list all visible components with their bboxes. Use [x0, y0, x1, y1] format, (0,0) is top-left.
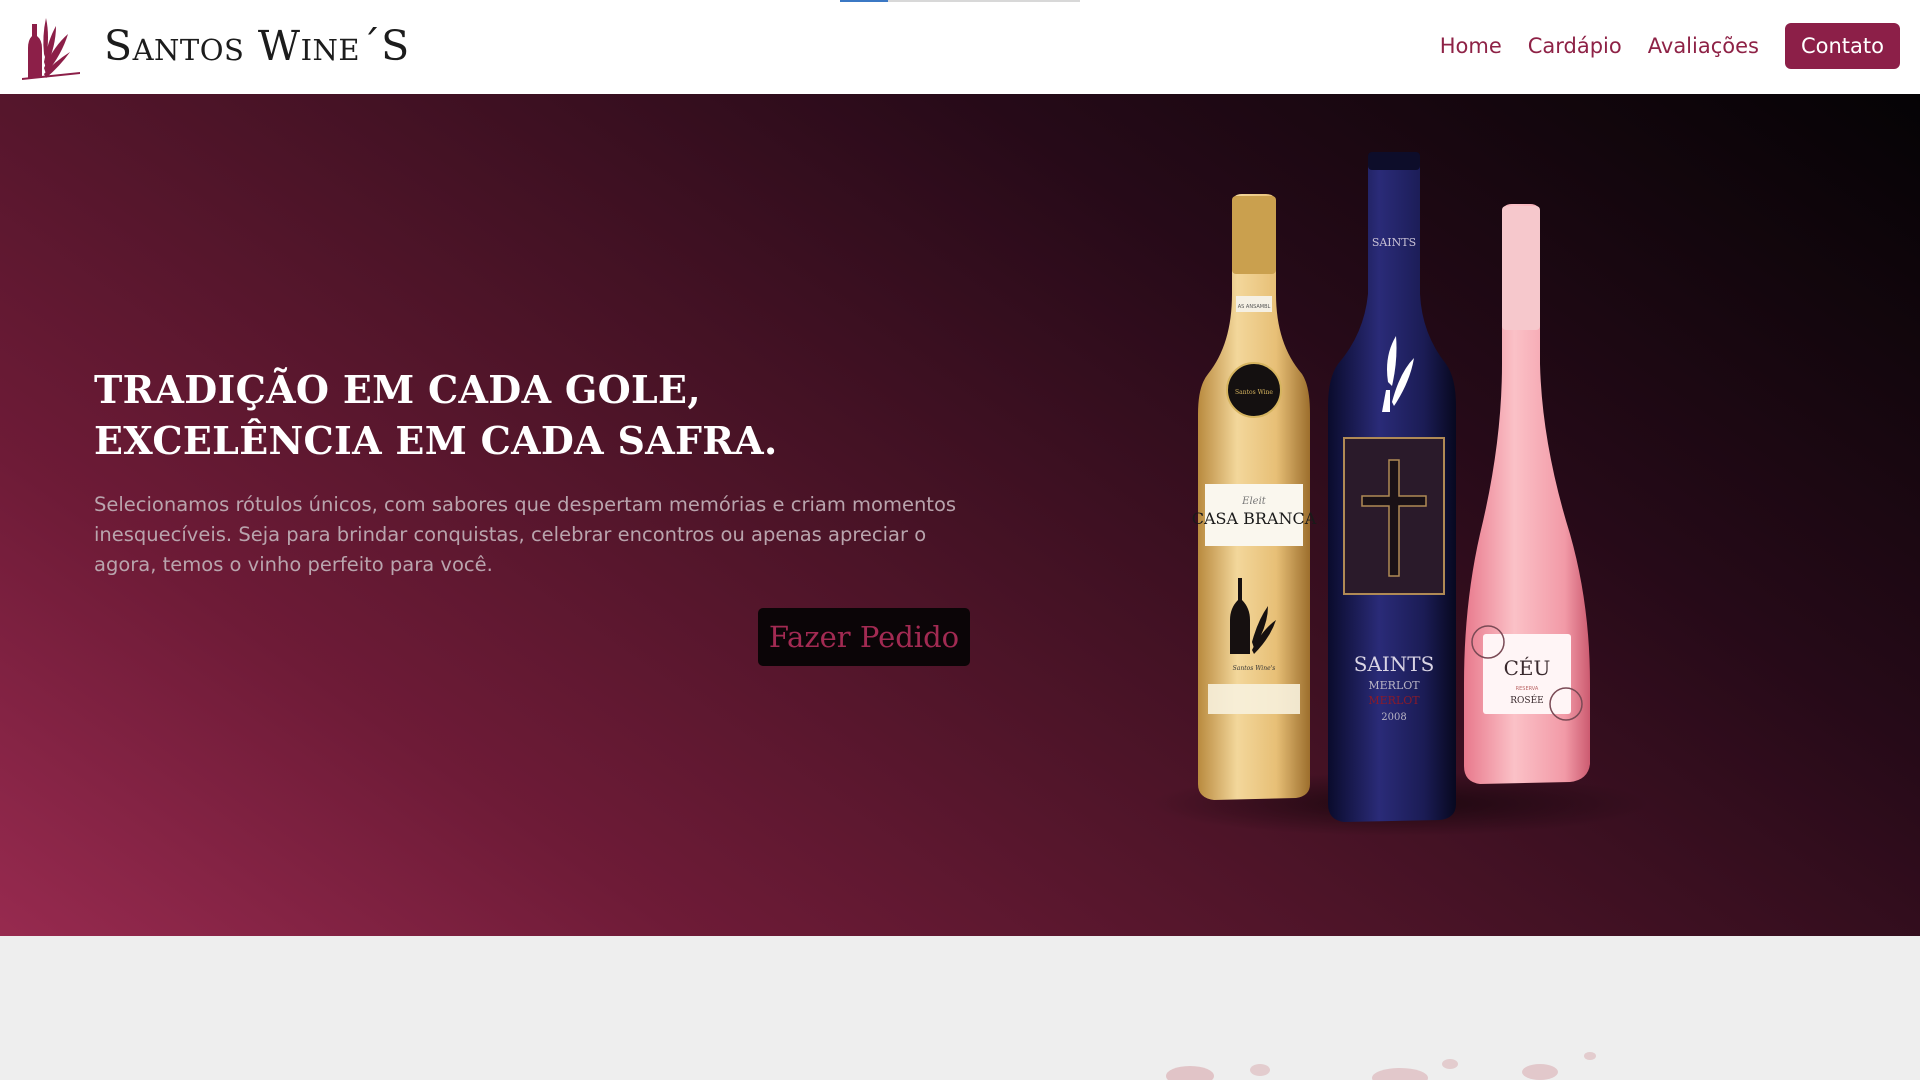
brand-name: Santos Wine´S [104, 22, 410, 70]
red-bottle-variety-secondary: MERLOT [1368, 694, 1420, 707]
wine-bottle-leaf-logo-icon [22, 18, 80, 80]
order-button[interactable]: Fazer Pedido [758, 608, 970, 666]
rose-wine-bottle: CÉU RESERVA ROSÉE [1464, 204, 1590, 784]
nav-cardapio-link[interactable]: Cardápio [1528, 34, 1622, 58]
next-section [0, 936, 1920, 1080]
page-load-indicator [840, 0, 1080, 2]
red-bottle-name: SAINTS [1354, 652, 1435, 676]
hero-title: Tradição em cada gole, excelência em cad… [94, 367, 778, 463]
rose-bottle-type: ROSÉE [1510, 694, 1543, 706]
rose-bottle-small-label: RESERVA [1516, 686, 1539, 692]
white-bottle-brand: CASA BRANCA [1192, 509, 1317, 528]
red-bottle-variety: MERLOT [1368, 679, 1420, 692]
main-nav: Home Cardápio Avaliações Contato [1414, 23, 1900, 69]
brand[interactable]: Santos Wine´S [20, 12, 410, 80]
red-bottle-year: 2008 [1381, 712, 1406, 723]
hero-description: Selecionamos rótulos únicos, com sabores… [94, 493, 957, 576]
white-bottle-small-label: Eleit [1241, 496, 1267, 507]
contact-button[interactable]: Contato [1784, 23, 1900, 69]
hero-section: Tradição em cada gole, excelência em cad… [0, 94, 1920, 936]
site-header: Santos Wine´S Home Cardápio Avaliações C… [0, 0, 1920, 94]
wine-splash-decoration [1166, 1052, 1596, 1080]
white-bottle-foot-label: Santos Wine's [1233, 665, 1276, 672]
white-bottle-seal-text: Santos Wine [1235, 389, 1273, 396]
page-load-indicator-fill [840, 0, 888, 2]
nav-home-link[interactable]: Home [1440, 34, 1502, 58]
red-bottle-neck-label: SAINTS [1372, 236, 1416, 249]
rose-bottle-name: CÉU [1504, 656, 1551, 680]
nav-avaliacoes-link[interactable]: Avaliações [1648, 34, 1759, 58]
wine-bottles-image: AS ANSAMBL Santos Wine Eleit CASA BRANCA… [1150, 152, 1650, 836]
red-wine-bottle: SAINTS SAINTS MERLOT MERLOT 2008 [1328, 152, 1456, 822]
white-wine-bottle: AS ANSAMBL Santos Wine Eleit CASA BRANCA… [1192, 194, 1317, 800]
white-bottle-neck-label: AS ANSAMBL [1238, 304, 1271, 310]
